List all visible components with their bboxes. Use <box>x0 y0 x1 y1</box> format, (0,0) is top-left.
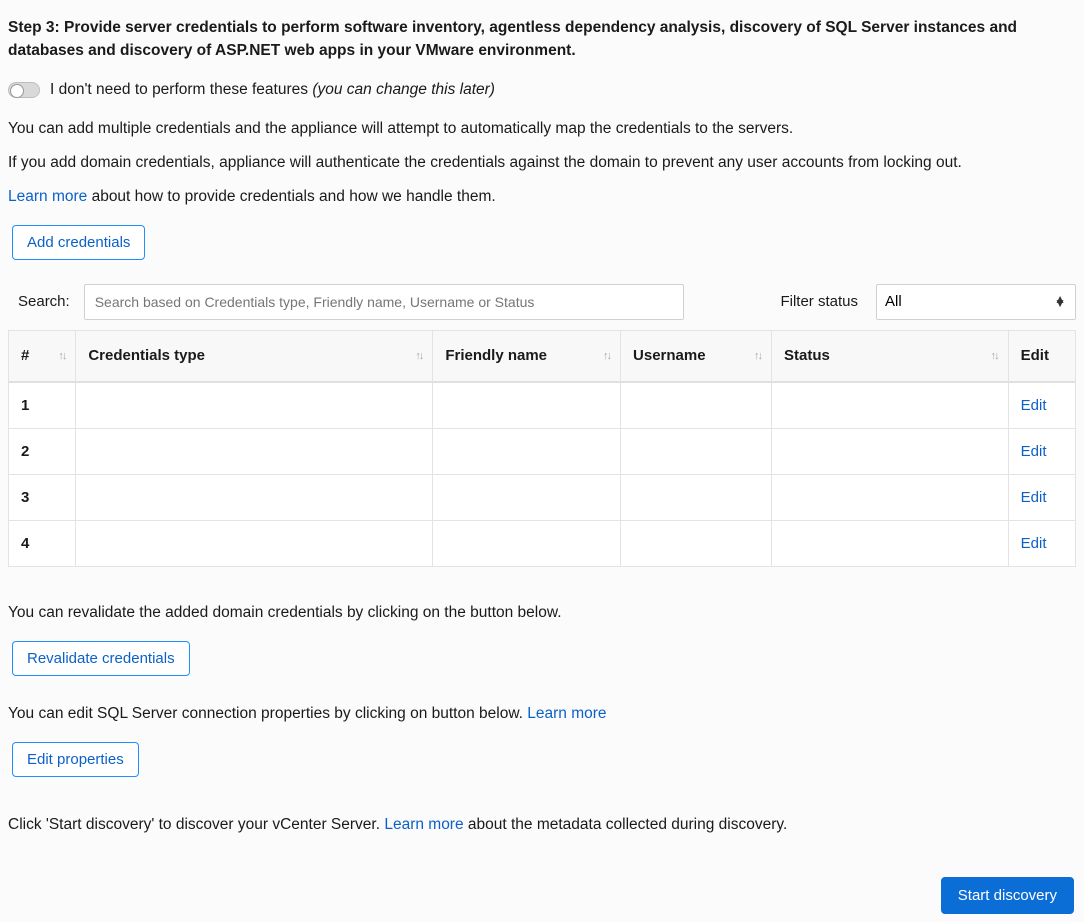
row-number: 3 <box>9 475 76 521</box>
start-discovery-desc: Click 'Start discovery' to discover your… <box>8 813 1076 837</box>
row-status <box>771 475 1008 521</box>
row-friendly <box>433 475 621 521</box>
sort-icon: ↑↓ <box>58 350 65 362</box>
col-header-username[interactable]: Username ↑↓ <box>621 330 772 382</box>
row-friendly <box>433 521 621 567</box>
footer-bar: Start discovery <box>8 877 1076 914</box>
row-number: 2 <box>9 429 76 475</box>
credentials-desc-2: If you add domain credentials, appliance… <box>8 151 1076 175</box>
row-status <box>771 382 1008 429</box>
edit-link[interactable]: Edit <box>1021 397 1047 414</box>
col-header-type-label: Credentials type <box>88 347 205 364</box>
skip-features-label-hint: (you can change this later) <box>312 81 495 98</box>
col-header-number-label: # <box>21 347 29 364</box>
search-filter-row: Search: Filter status All ▲▼ <box>18 284 1076 320</box>
edit-properties-button[interactable]: Edit properties <box>12 742 139 777</box>
edit-properties-desc: You can edit SQL Server connection prope… <box>8 702 1076 726</box>
search-label: Search: <box>18 293 70 310</box>
edit-link[interactable]: Edit <box>1021 443 1047 460</box>
row-type <box>76 429 433 475</box>
edit-link[interactable]: Edit <box>1021 535 1047 552</box>
table-row: 4 Edit <box>9 521 1076 567</box>
skip-features-label: I don't need to perform these features (… <box>50 81 495 99</box>
col-header-type[interactable]: Credentials type ↑↓ <box>76 330 433 382</box>
row-status <box>771 429 1008 475</box>
row-username <box>621 475 772 521</box>
edit-properties-desc-pre: You can edit SQL Server connection prope… <box>8 705 527 722</box>
col-header-number[interactable]: # ↑↓ <box>9 330 76 382</box>
start-discovery-desc-post: about the metadata collected during disc… <box>464 816 788 833</box>
row-username <box>621 382 772 429</box>
row-number: 1 <box>9 382 76 429</box>
learn-more-line: Learn more about how to provide credenti… <box>8 185 1076 209</box>
filter-status-label: Filter status <box>780 293 858 310</box>
revalidate-credentials-button[interactable]: Revalidate credentials <box>12 641 190 676</box>
revalidate-desc: You can revalidate the added domain cred… <box>8 601 1076 625</box>
credentials-table: # ↑↓ Credentials type ↑↓ Friendly name ↑↓ U… <box>8 330 1076 568</box>
start-discovery-desc-pre: Click 'Start discovery' to discover your… <box>8 816 384 833</box>
edit-link[interactable]: Edit <box>1021 489 1047 506</box>
search-input[interactable] <box>84 284 684 320</box>
row-type <box>76 521 433 567</box>
row-number: 4 <box>9 521 76 567</box>
row-type <box>76 382 433 429</box>
row-username <box>621 429 772 475</box>
row-friendly <box>433 429 621 475</box>
table-row: 3 Edit <box>9 475 1076 521</box>
col-header-edit: Edit <box>1008 330 1075 382</box>
sort-icon: ↑↓ <box>415 350 422 362</box>
skip-features-toggle[interactable] <box>8 82 40 98</box>
start-discovery-button[interactable]: Start discovery <box>941 877 1074 914</box>
sort-icon: ↑↓ <box>991 350 998 362</box>
col-header-status[interactable]: Status ↑↓ <box>771 330 1008 382</box>
table-header-row: # ↑↓ Credentials type ↑↓ Friendly name ↑↓ U… <box>9 330 1076 382</box>
table-row: 1 Edit <box>9 382 1076 429</box>
table-row: 2 Edit <box>9 429 1076 475</box>
credentials-desc-1: You can add multiple credentials and the… <box>8 117 1076 141</box>
learn-more-link[interactable]: Learn more <box>8 188 87 205</box>
skip-features-label-main: I don't need to perform these features <box>50 81 312 98</box>
col-header-friendly-label: Friendly name <box>445 347 547 364</box>
start-discovery-learn-link[interactable]: Learn more <box>384 816 463 833</box>
edit-properties-learn-link[interactable]: Learn more <box>527 705 606 722</box>
row-friendly <box>433 382 621 429</box>
add-credentials-button[interactable]: Add credentials <box>12 225 145 260</box>
sort-icon: ↑↓ <box>603 350 610 362</box>
row-status <box>771 521 1008 567</box>
row-type <box>76 475 433 521</box>
skip-features-row: I don't need to perform these features (… <box>8 81 1076 99</box>
filter-status-select[interactable]: All <box>876 284 1076 320</box>
learn-more-tail: about how to provide credentials and how… <box>87 188 495 205</box>
col-header-status-label: Status <box>784 347 830 364</box>
sort-icon: ↑↓ <box>754 350 761 362</box>
col-header-friendly[interactable]: Friendly name ↑↓ <box>433 330 621 382</box>
step3-heading: Step 3: Provide server credentials to pe… <box>8 16 1076 63</box>
row-username <box>621 521 772 567</box>
col-header-username-label: Username <box>633 347 706 364</box>
